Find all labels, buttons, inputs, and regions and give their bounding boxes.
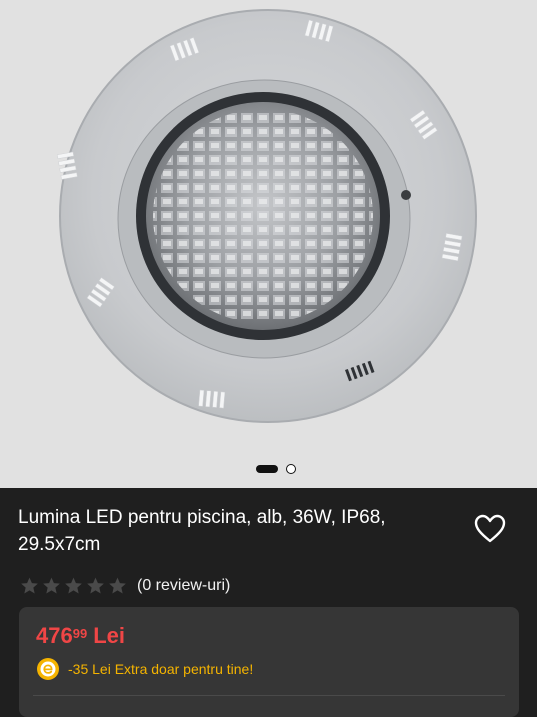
promo-text: -35 Lei Extra doar pentru tine! — [68, 661, 254, 677]
star-icon — [65, 577, 82, 594]
price-cents: 99 — [72, 626, 88, 641]
pagination-dot[interactable] — [286, 464, 296, 474]
price-card: 47699 Lei -35 Lei Extra doar pentru tine! — [19, 607, 519, 717]
reviews-link[interactable]: (0 review-uri) — [137, 576, 230, 596]
star-icon — [43, 577, 60, 594]
divider — [33, 695, 505, 696]
gallery-pagination — [0, 463, 537, 475]
product-title: Lumina LED pentru piscina, alb, 36W, IP6… — [18, 507, 386, 555]
product-image-gallery[interactable] — [0, 0, 537, 488]
promo-offer[interactable]: -35 Lei Extra doar pentru tine! — [36, 657, 253, 681]
price-whole: 476 — [36, 623, 73, 648]
favorite-heart-icon[interactable] — [474, 514, 506, 544]
product-price: 47699 Lei — [36, 623, 125, 649]
star-icon — [109, 577, 126, 594]
rating-stars[interactable] — [19, 576, 128, 596]
star-icon — [87, 577, 104, 594]
pagination-dot-active[interactable] — [256, 465, 278, 473]
emag-coin-icon — [37, 658, 59, 680]
star-icon — [21, 577, 38, 594]
price-currency: Lei — [93, 623, 125, 648]
product-image — [56, 9, 477, 423]
